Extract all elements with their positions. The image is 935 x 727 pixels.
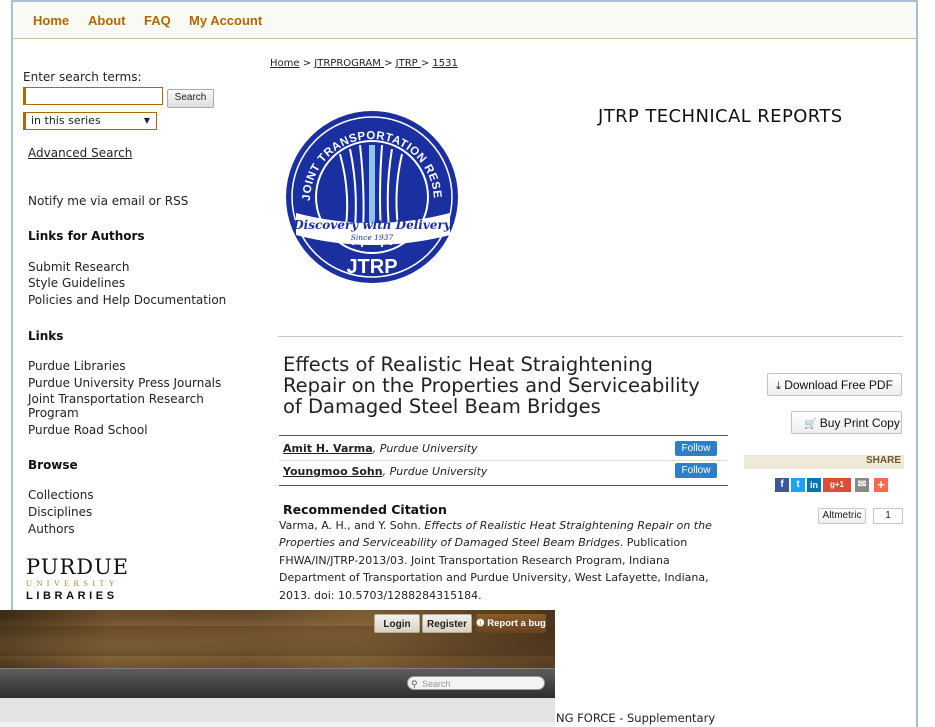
breadcrumb-jtrprogram[interactable]: JTRPROGRAM xyxy=(314,58,384,69)
browse-collections-link[interactable]: Collections xyxy=(28,488,94,502)
overlay-subbar xyxy=(0,698,555,722)
breadcrumb-1531[interactable]: 1531 xyxy=(432,58,457,69)
author-row: Amit H. Varma, Purdue University xyxy=(283,442,478,455)
style-guidelines-link[interactable]: Style Guidelines xyxy=(28,276,125,290)
author-name-link[interactable]: Amit H. Varma xyxy=(283,442,373,455)
breadcrumb-separator: > xyxy=(299,58,315,69)
jtrp-since: Since 1937 xyxy=(351,233,394,242)
browser-viewport: Home About FAQ My Account Enter search t… xyxy=(0,0,935,727)
advanced-search-link[interactable]: Advanced Search xyxy=(28,146,132,160)
overlay-footer-strip xyxy=(0,722,555,727)
links-for-authors-heading: Links for Authors xyxy=(28,229,145,243)
search-input[interactable] xyxy=(23,87,163,105)
overlay-header-banner: Login Register ❶ Report a bug xyxy=(0,610,555,668)
jtrp-logo[interactable]: JOINT TRANSPORTATION RESEARCH PROGRAM Di… xyxy=(278,109,463,287)
jtrp-link-continued[interactable]: Program xyxy=(28,406,79,420)
nav-faq-link[interactable]: FAQ xyxy=(144,13,171,28)
purdue-libraries-wordmark: LIBRARIES xyxy=(26,590,118,602)
altmetric-count: 1 xyxy=(873,508,903,524)
buy-print-copy-button[interactable]: 🛒 Buy Print Copy xyxy=(791,411,902,434)
nav-home-link[interactable]: Home xyxy=(33,13,69,28)
browse-heading: Browse xyxy=(28,458,78,472)
cart-icon: 🛒 xyxy=(804,419,817,430)
authors-row-separator xyxy=(279,460,728,461)
paper-title-line: Repair on the Properties and Serviceabil… xyxy=(283,374,700,397)
breadcrumb-jtrp[interactable]: JTRP xyxy=(396,58,421,69)
author-name-link[interactable]: Youngmoo Sohn xyxy=(283,465,383,478)
info-icon: ❶ xyxy=(476,618,485,629)
overlapping-window: Login Register ❶ Report a bug ⚲ Search xyxy=(0,610,555,727)
overlay-search-input[interactable]: ⚲ Search xyxy=(407,676,545,690)
breadcrumb-home[interactable]: Home xyxy=(270,58,300,69)
partially-hidden-text: NG FORCE - Supplementary xyxy=(556,711,716,725)
search-scope-value: in this series xyxy=(31,114,101,127)
citation-authors: Varma, A. H., and Y. Sohn. xyxy=(279,519,425,532)
author-affiliation: , Purdue University xyxy=(372,442,478,455)
paper-title-line: of Damaged Steel Beam Bridges xyxy=(283,395,601,418)
linkedin-icon[interactable]: in xyxy=(807,478,821,492)
share-label: SHARE xyxy=(865,455,901,466)
purdue-wordmark: PURDUE xyxy=(26,555,130,579)
googleplus-icon[interactable]: g+1 xyxy=(823,478,851,492)
search-label: Enter search terms: xyxy=(23,70,142,84)
download-icon: ⤓ xyxy=(776,380,781,392)
policies-link[interactable]: Policies and Help Documentation xyxy=(28,293,226,307)
twitter-icon[interactable]: t xyxy=(791,478,805,492)
authors-top-rule xyxy=(279,435,728,436)
buy-print-copy-label: Buy Print Copy xyxy=(819,416,900,430)
purdue-university-wordmark: UNIVERSITY xyxy=(26,578,119,588)
jtrp-link[interactable]: Joint Transportation Research xyxy=(28,392,204,406)
addthis-icon[interactable]: + xyxy=(874,478,888,492)
purdue-road-school-link[interactable]: Purdue Road School xyxy=(28,423,148,437)
jtrp-tagline: Discovery with Delivery xyxy=(292,218,452,232)
report-bug-label: Report a bug xyxy=(487,618,546,629)
search-scope-select[interactable]: in this series ▼ xyxy=(23,112,157,130)
follow-author-button[interactable]: Follow xyxy=(675,441,717,456)
search-icon: ⚲ xyxy=(411,679,418,689)
altmetric-badge[interactable]: Altmetric xyxy=(818,508,866,524)
browse-authors-link[interactable]: Authors xyxy=(28,522,75,536)
facebook-icon[interactable]: f xyxy=(775,478,789,492)
report-bug-button[interactable]: ❶ Report a bug xyxy=(476,614,546,633)
purdue-libraries-link[interactable]: Purdue Libraries xyxy=(28,359,126,373)
chevron-down-icon: ▼ xyxy=(143,116,150,125)
overlay-search-placeholder: Search xyxy=(422,679,451,689)
author-affiliation: , Purdue University xyxy=(382,465,488,478)
authors-bottom-rule xyxy=(279,485,728,486)
top-navigation: Home About FAQ My Account xyxy=(11,0,918,39)
search-button[interactable]: Search xyxy=(167,89,214,108)
recommended-citation-text: Varma, A. H., and Y. Sohn. Effects of Re… xyxy=(279,517,734,604)
links-heading: Links xyxy=(28,329,64,343)
purdue-libraries-logo[interactable]: PURDUE UNIVERSITY LIBRARIES xyxy=(26,555,129,602)
breadcrumb-separator: > xyxy=(384,58,396,69)
share-bar: SHARE xyxy=(744,455,904,469)
nav-about-link[interactable]: About xyxy=(88,13,126,28)
browse-disciplines-link[interactable]: Disciplines xyxy=(28,505,92,519)
breadcrumb: Home > JTRPROGRAM > JTRP > 1531 xyxy=(270,58,458,69)
series-title: JTRP TECHNICAL REPORTS xyxy=(598,106,843,127)
nav-my-account-link[interactable]: My Account xyxy=(189,13,262,28)
follow-author-button[interactable]: Follow xyxy=(675,463,717,478)
download-pdf-label: Download Free PDF xyxy=(784,378,893,392)
overlay-navbar: ⚲ Search xyxy=(0,668,555,699)
download-pdf-button[interactable]: ⤓ Download Free PDF xyxy=(767,373,902,396)
jtrp-acronym: JTRP xyxy=(346,256,397,278)
notify-link[interactable]: Notify me via email or RSS xyxy=(28,194,188,208)
register-button[interactable]: Register xyxy=(422,614,472,633)
submit-research-link[interactable]: Submit Research xyxy=(28,260,129,274)
author-row: Youngmoo Sohn, Purdue University xyxy=(283,465,487,478)
breadcrumb-separator: > xyxy=(420,58,433,69)
section-divider xyxy=(278,336,903,337)
email-icon[interactable]: ✉ xyxy=(855,478,869,492)
paper-title-line: Effects of Realistic Heat Straightening xyxy=(283,353,653,376)
login-button[interactable]: Login xyxy=(374,614,420,633)
paper-title: Effects of Realistic Heat Straightening … xyxy=(283,354,753,417)
recommended-citation-heading: Recommended Citation xyxy=(283,502,447,517)
purdue-press-journals-link[interactable]: Purdue University Press Journals xyxy=(28,376,221,390)
